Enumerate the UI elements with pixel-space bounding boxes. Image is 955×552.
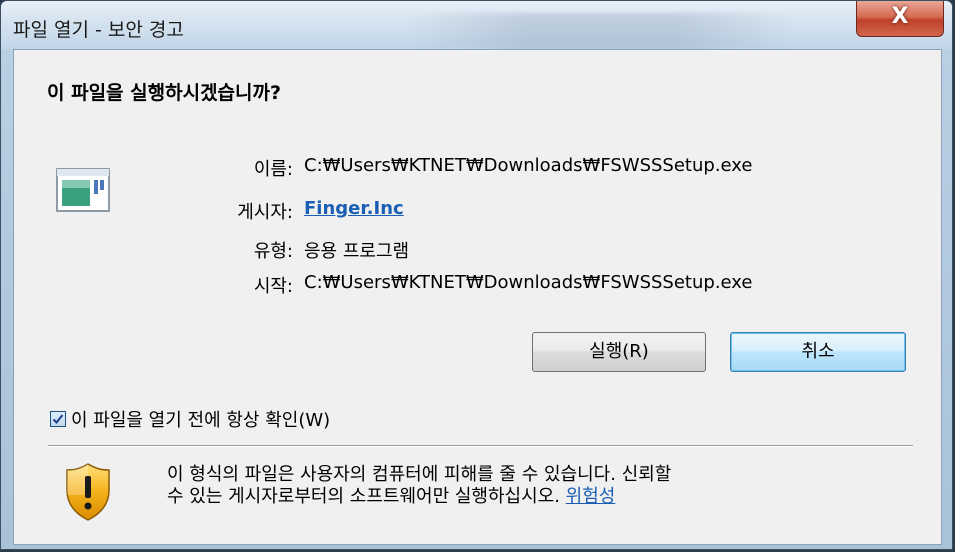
- type-label: 유형:: [253, 241, 293, 262]
- cancel-button[interactable]: 취소: [730, 332, 906, 372]
- warning-shield-icon: [64, 462, 112, 522]
- title-bar[interactable]: 파일 열기 - 보안 경고 X: [1, 1, 952, 49]
- always-ask-checkbox[interactable]: [50, 411, 66, 427]
- name-value: C:₩Users₩KTNET₩Downloads₩FSWSSSetup.exe: [304, 155, 753, 176]
- checkmark-icon: [52, 414, 64, 424]
- warning-line-2: 수 있는 게시자로부터의 소프트웨어만 실행하십시오.: [167, 486, 560, 507]
- warning-line-1: 이 형식의 파일은 사용자의 컴퓨터에 피해를 줄 수 있습니다. 신뢰할: [167, 464, 672, 485]
- dialog-body: 이 파일을 실행하시겠습니까? 이름: C:₩Users₩KTNET₩Downl…: [13, 49, 942, 545]
- from-label: 시작:: [253, 276, 293, 297]
- always-ask-label: 이 파일을 열기 전에 항상 확인(W): [71, 410, 331, 431]
- run-button[interactable]: 실행(R): [532, 332, 706, 372]
- window-title: 파일 열기 - 보안 경고: [13, 19, 184, 41]
- risk-link[interactable]: 위험성: [566, 486, 616, 507]
- close-button[interactable]: X: [856, 1, 944, 37]
- application-icon: [56, 168, 110, 212]
- publisher-link[interactable]: Finger.Inc: [304, 198, 404, 219]
- security-warning-dialog: 파일 열기 - 보안 경고 X 이 파일을 실행하시겠습니까? 이름: C:₩U…: [0, 0, 953, 550]
- always-ask-option[interactable]: 이 파일을 열기 전에 항상 확인(W): [50, 406, 330, 432]
- dialog-heading: 이 파일을 실행하시겠습니까?: [47, 82, 282, 104]
- type-value: 응용 프로그램: [304, 241, 410, 262]
- close-icon: X: [891, 4, 909, 29]
- separator: [48, 445, 913, 447]
- warning-message: 이 형식의 파일은 사용자의 컴퓨터에 피해를 줄 수 있습니다. 신뢰할 수 …: [167, 464, 927, 508]
- publisher-label: 게시자:: [237, 202, 293, 223]
- from-value: C:₩Users₩KTNET₩Downloads₩FSWSSSetup.exe: [304, 272, 753, 293]
- name-label: 이름:: [253, 159, 293, 180]
